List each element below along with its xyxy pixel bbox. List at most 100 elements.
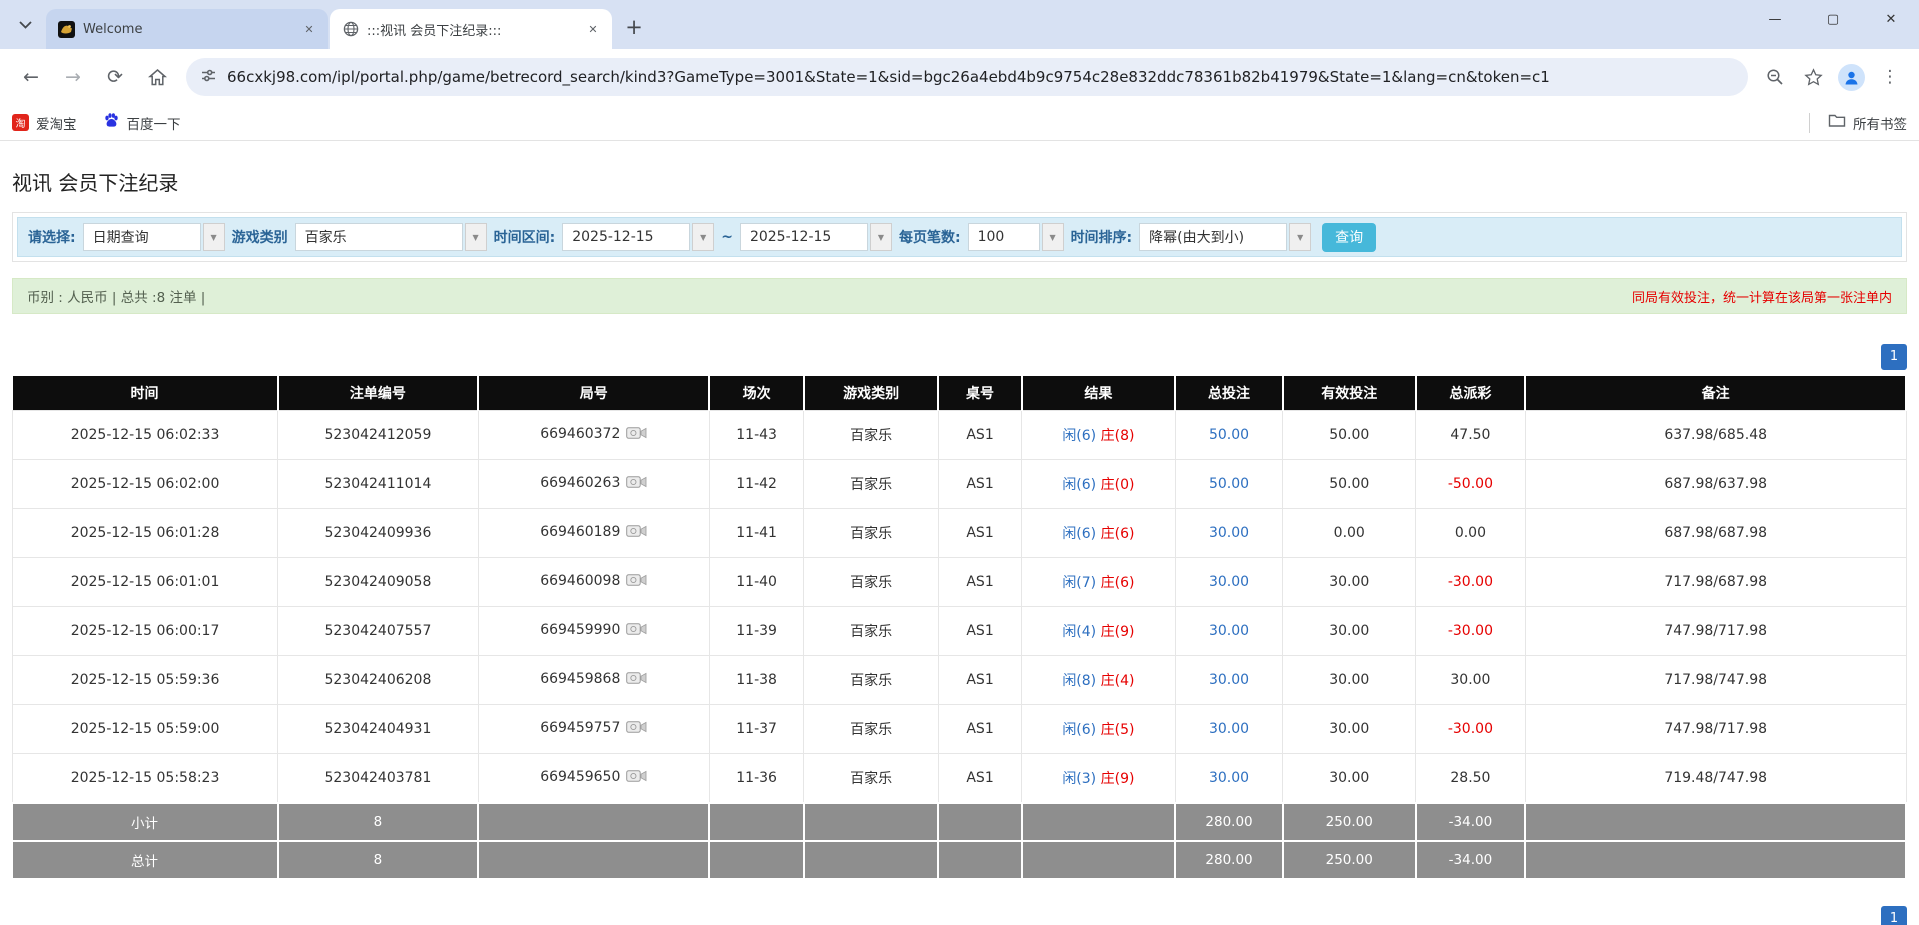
page-size-select[interactable]: 100 ▼ bbox=[968, 223, 1064, 251]
cell-payout: 28.50 bbox=[1416, 754, 1526, 804]
cell-time: 2025-12-15 05:59:36 bbox=[13, 656, 278, 705]
total-bet-link[interactable]: 50.00 bbox=[1209, 476, 1249, 492]
column-header: 桌号 bbox=[938, 376, 1021, 411]
search-button[interactable]: 查询 bbox=[1322, 223, 1376, 252]
currency-summary-text: 币别 : 人民币 | 总共 :8 注单 | bbox=[27, 286, 205, 306]
video-replay-icon[interactable] bbox=[626, 573, 647, 591]
total-bet-link[interactable]: 30.00 bbox=[1209, 721, 1249, 737]
cell-bet-number: 523042409936 bbox=[278, 509, 479, 558]
page-1-button[interactable]: 1 bbox=[1881, 906, 1907, 925]
video-replay-icon[interactable] bbox=[626, 769, 647, 787]
cell-bet-number: 523042412059 bbox=[278, 411, 479, 460]
close-button[interactable]: ✕ bbox=[1871, 4, 1911, 34]
video-replay-icon[interactable] bbox=[626, 622, 647, 640]
cell-note: 719.48/747.98 bbox=[1525, 754, 1906, 804]
site-settings-tune-icon[interactable] bbox=[200, 67, 217, 88]
tab-betrecord[interactable]: :::视讯 会员下注纪录::: ✕ bbox=[330, 9, 612, 49]
cell-payout: 0.00 bbox=[1416, 509, 1526, 558]
back-icon[interactable]: ← bbox=[14, 60, 48, 94]
total-bet-link[interactable]: 30.00 bbox=[1209, 623, 1249, 639]
summary-count: 8 bbox=[278, 803, 479, 841]
cell-game-type: 百家乐 bbox=[804, 558, 938, 607]
total-bet-link[interactable]: 30.00 bbox=[1209, 525, 1249, 541]
cell-payout: -30.00 bbox=[1416, 705, 1526, 754]
tab-close-icon[interactable]: ✕ bbox=[584, 20, 602, 38]
cell-bet-number: 523042404931 bbox=[278, 705, 479, 754]
cell-round-number: 669460263 bbox=[478, 460, 709, 509]
table-header-row: 时间注单编号局号场次游戏类别桌号结果总投注有效投注总派彩备注 bbox=[13, 376, 1907, 411]
cell-total-bet: 30.00 bbox=[1175, 656, 1283, 705]
cell-session: 11-38 bbox=[709, 656, 804, 705]
table-row: 2025-12-15 05:59:36 523042406208 6694598… bbox=[13, 656, 1907, 705]
minimize-button[interactable]: — bbox=[1755, 4, 1795, 34]
chevron-down-icon[interactable]: ▼ bbox=[465, 223, 487, 251]
chevron-down-icon[interactable]: ▼ bbox=[870, 223, 892, 251]
page-1-button[interactable]: 1 bbox=[1881, 344, 1907, 370]
column-header: 总派彩 bbox=[1416, 376, 1526, 411]
video-replay-icon[interactable] bbox=[626, 524, 647, 542]
summary-payout: -34.00 bbox=[1416, 803, 1526, 841]
summary-bar: 币别 : 人民币 | 总共 :8 注单 | 同局有效投注，统一计算在该局第一张注… bbox=[12, 278, 1907, 314]
summary-valid-bet: 250.00 bbox=[1283, 803, 1416, 841]
total-bet-link[interactable]: 30.00 bbox=[1209, 672, 1249, 688]
video-replay-icon[interactable] bbox=[626, 720, 647, 738]
cell-note: 747.98/717.98 bbox=[1525, 705, 1906, 754]
zoom-out-icon[interactable] bbox=[1759, 61, 1791, 93]
game-type-select[interactable]: 百家乐 ▼ bbox=[295, 223, 487, 251]
new-tab-button[interactable]: + bbox=[620, 13, 648, 41]
cell-bet-number: 523042406208 bbox=[278, 656, 479, 705]
cell-time: 2025-12-15 06:02:00 bbox=[13, 460, 278, 509]
cell-time: 2025-12-15 06:01:01 bbox=[13, 558, 278, 607]
url-text[interactable]: 66cxkj98.com/ipl/portal.php/game/betreco… bbox=[227, 68, 1550, 86]
game-type-label: 游戏类别 bbox=[232, 227, 288, 247]
bookmark-star-icon[interactable] bbox=[1797, 61, 1829, 93]
chevron-down-icon[interactable]: ▼ bbox=[1289, 223, 1311, 251]
folder-icon bbox=[1828, 113, 1846, 132]
cell-session: 11-41 bbox=[709, 509, 804, 558]
profile-avatar[interactable] bbox=[1838, 64, 1865, 91]
menu-dots-icon[interactable]: ⋮ bbox=[1874, 61, 1906, 93]
cell-payout: -30.00 bbox=[1416, 558, 1526, 607]
date-from-select[interactable]: 2025-12-15 ▼ bbox=[562, 223, 714, 251]
cell-session: 11-40 bbox=[709, 558, 804, 607]
date-range-label: 时间区间: bbox=[494, 227, 556, 247]
table-row: 2025-12-15 05:59:00 523042404931 6694597… bbox=[13, 705, 1907, 754]
cell-time: 2025-12-15 05:58:23 bbox=[13, 754, 278, 804]
query-type-select[interactable]: 日期查询 ▼ bbox=[83, 223, 225, 251]
cell-round-number: 669460189 bbox=[478, 509, 709, 558]
video-replay-icon[interactable] bbox=[626, 475, 647, 493]
bookmark-aitaobao[interactable]: 淘 爱淘宝 bbox=[12, 113, 77, 133]
tab-welcome[interactable]: Welcome ✕ bbox=[46, 9, 328, 49]
total-bet-link[interactable]: 30.00 bbox=[1209, 574, 1249, 590]
page-title: 视讯 会员下注纪录 bbox=[12, 167, 1907, 196]
summary-valid-bet: 250.00 bbox=[1283, 841, 1416, 878]
video-replay-icon[interactable] bbox=[626, 671, 647, 689]
bookmark-baidu[interactable]: 百度一下 bbox=[103, 112, 181, 133]
chevron-down-icon[interactable]: ▼ bbox=[1042, 223, 1064, 251]
reload-icon[interactable]: ⟳ bbox=[98, 60, 132, 94]
cell-note: 687.98/687.98 bbox=[1525, 509, 1906, 558]
date-to-select[interactable]: 2025-12-15 ▼ bbox=[740, 223, 892, 251]
tab-close-icon[interactable]: ✕ bbox=[300, 20, 318, 38]
cell-session: 11-36 bbox=[709, 754, 804, 804]
browser-toolbar: ← → ⟳ 66cxkj98.com/ipl/portal.php/game/b… bbox=[0, 49, 1919, 105]
home-icon[interactable] bbox=[140, 60, 174, 94]
address-bar[interactable]: 66cxkj98.com/ipl/portal.php/game/betreco… bbox=[186, 58, 1748, 96]
cell-result: 闲(4) 庄(9) bbox=[1022, 607, 1175, 656]
all-bookmarks-button[interactable]: 所有书签 bbox=[1828, 113, 1907, 133]
maximize-button[interactable]: ▢ bbox=[1813, 4, 1853, 34]
cell-game-type: 百家乐 bbox=[804, 509, 938, 558]
chevron-down-icon[interactable]: ▼ bbox=[203, 223, 225, 251]
forward-icon[interactable]: → bbox=[56, 60, 90, 94]
cell-session: 11-39 bbox=[709, 607, 804, 656]
chevron-down-icon[interactable]: ▼ bbox=[692, 223, 714, 251]
filter-container: 请选择: 日期查询 ▼ 游戏类别 百家乐 ▼ 时间区间: 2025-12-15 … bbox=[12, 212, 1907, 262]
video-replay-icon[interactable] bbox=[626, 426, 647, 444]
cell-table-number: AS1 bbox=[938, 656, 1021, 705]
tab-search-chevron-icon[interactable] bbox=[10, 10, 40, 40]
cell-result: 闲(7) 庄(6) bbox=[1022, 558, 1175, 607]
tilde-separator: ~ bbox=[721, 229, 733, 245]
sort-order-select[interactable]: 降幂(由大到小) ▼ bbox=[1139, 223, 1311, 251]
total-bet-link[interactable]: 50.00 bbox=[1209, 427, 1249, 443]
total-bet-link[interactable]: 30.00 bbox=[1209, 770, 1249, 786]
